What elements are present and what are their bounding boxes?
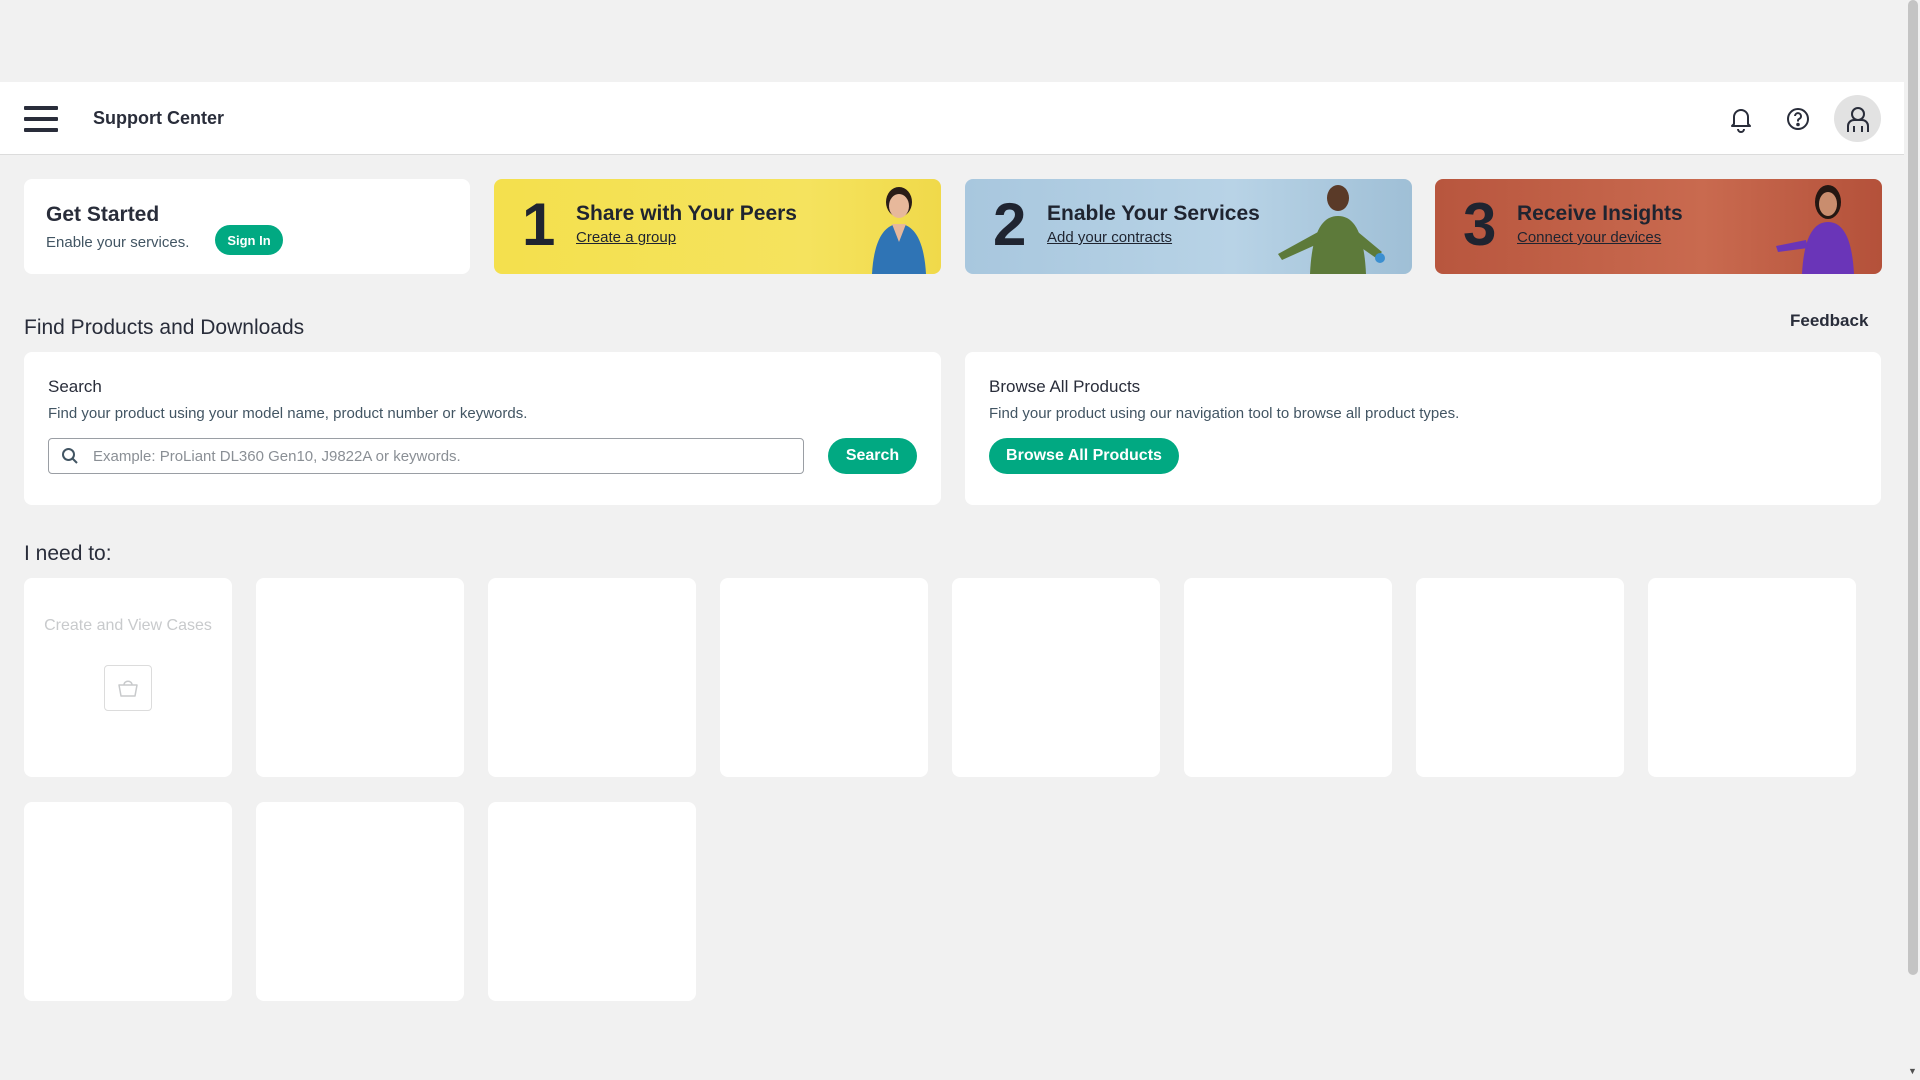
promo-card-insights[interactable]: 3 Receive Insights Connect your devices — [1435, 179, 1882, 274]
tile[interactable] — [24, 802, 232, 1001]
hamburger-menu-icon[interactable] — [24, 106, 58, 132]
get-started-card: Get Started Enable your services. Sign I… — [24, 179, 470, 274]
tile[interactable] — [488, 802, 696, 1001]
person-image — [1776, 185, 1854, 274]
tile[interactable] — [1416, 578, 1624, 777]
help-circle-icon[interactable] — [1783, 104, 1813, 134]
promo-number: 3 — [1463, 191, 1497, 258]
sign-in-button[interactable]: Sign In — [215, 225, 283, 255]
find-products-heading: Find Products and Downloads — [24, 316, 305, 339]
app-header: Support Center — [0, 82, 1904, 155]
user-avatar-icon[interactable] — [1834, 95, 1881, 142]
tile[interactable] — [1648, 578, 1856, 777]
search-title: Search — [48, 377, 102, 396]
tile[interactable] — [256, 578, 464, 777]
bell-icon[interactable] — [1726, 104, 1756, 134]
get-started-subtitle: Enable your services. — [46, 234, 190, 251]
tile[interactable] — [952, 578, 1160, 777]
get-started-title: Get Started — [46, 203, 160, 226]
promo-card-share[interactable]: 1 Share with Your Peers Create a group — [494, 179, 941, 274]
search-button[interactable]: Search — [828, 438, 917, 474]
search-icon — [62, 448, 78, 464]
i-need-to-heading: I need to: — [24, 542, 112, 565]
browse-all-products-button[interactable]: Browse All Products — [989, 438, 1179, 474]
browse-card: Browse All Products Find your product us… — [965, 352, 1881, 505]
person-image — [1278, 185, 1385, 274]
create-group-link[interactable]: Create a group — [576, 229, 676, 246]
promo-title: Receive Insights — [1517, 202, 1683, 225]
vertical-scrollbar[interactable]: ▼ — [1904, 0, 1920, 1080]
browse-title: Browse All Products — [989, 377, 1141, 396]
search-card: Search Find your product using your mode… — [24, 352, 941, 505]
tile[interactable] — [1184, 578, 1392, 777]
scroll-down-arrow-icon[interactable]: ▼ — [1908, 1066, 1917, 1076]
feedback-link[interactable]: Feedback — [1790, 311, 1868, 331]
person-image — [872, 187, 926, 274]
scrollbar-thumb[interactable] — [1908, 0, 1918, 975]
promo-title: Enable Your Services — [1047, 202, 1260, 225]
tile[interactable] — [720, 578, 928, 777]
tile-create-view-cases[interactable]: Create and View Cases — [24, 578, 232, 777]
promo-card-services[interactable]: 2 Enable Your Services Add your contract… — [965, 179, 1412, 274]
search-description: Find your product using your model name,… — [48, 405, 528, 422]
promo-title: Share with Your Peers — [576, 202, 797, 225]
search-field[interactable] — [48, 438, 804, 474]
promo-number: 2 — [993, 191, 1027, 258]
search-input[interactable] — [93, 447, 783, 465]
tile[interactable] — [256, 802, 464, 1001]
promo-number: 1 — [522, 191, 556, 258]
add-contracts-link[interactable]: Add your contracts — [1047, 229, 1172, 246]
tile[interactable] — [488, 578, 696, 777]
shopping-basket-icon — [104, 665, 152, 711]
top-spacer — [0, 0, 1920, 82]
browse-description: Find your product using our navigation t… — [989, 405, 1460, 422]
tile-label: Create and View Cases — [44, 617, 212, 634]
connect-devices-link[interactable]: Connect your devices — [1517, 229, 1661, 246]
app-title: Support Center — [93, 108, 225, 128]
